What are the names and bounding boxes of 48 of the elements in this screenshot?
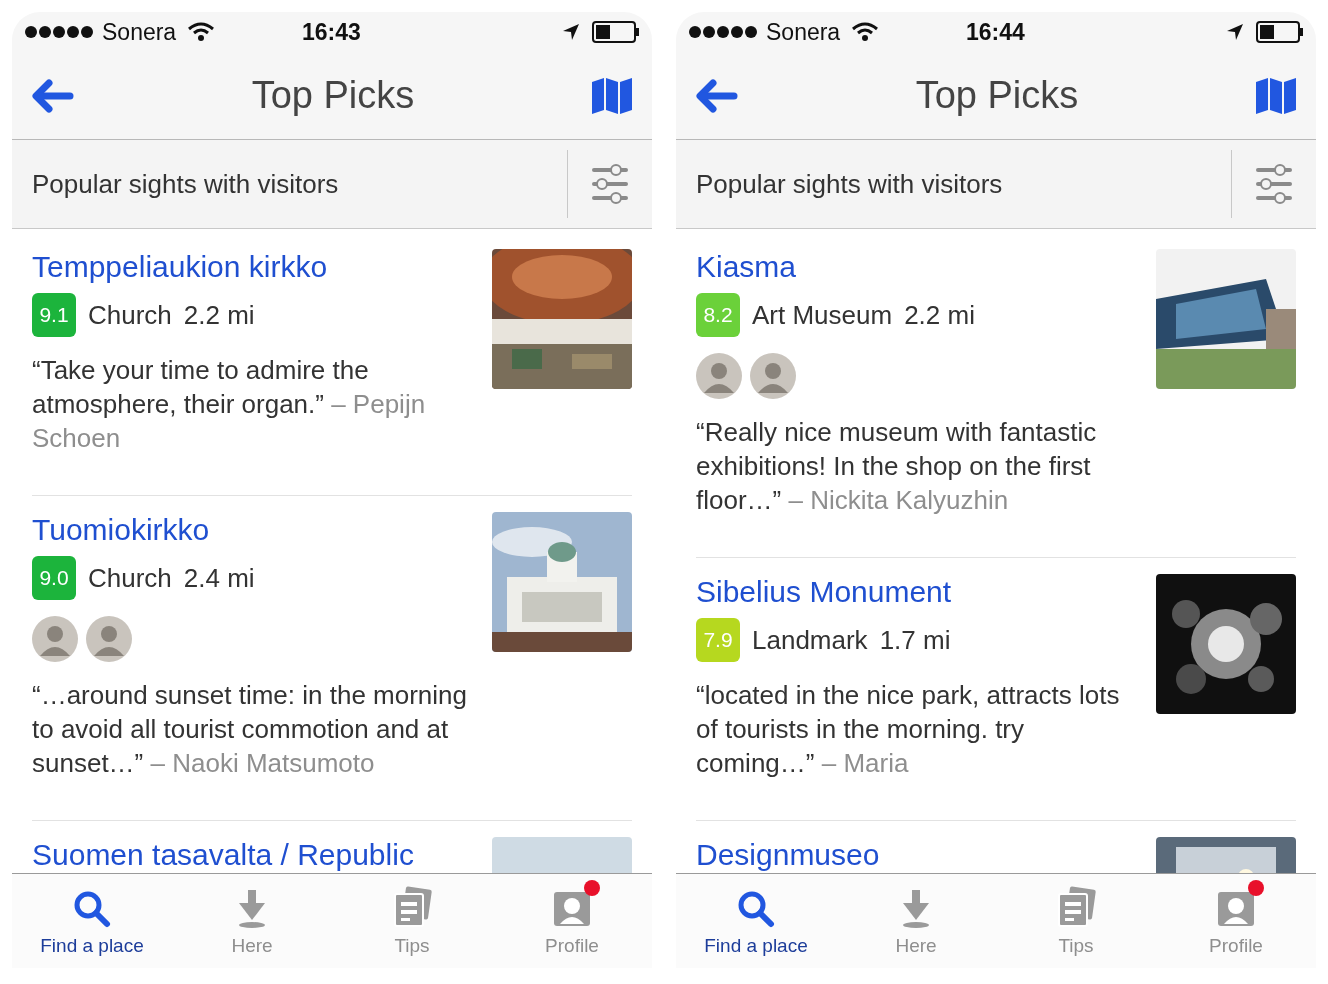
user-avatar bbox=[750, 353, 796, 399]
user-avatar bbox=[696, 353, 742, 399]
battery-icon bbox=[592, 21, 640, 43]
distance-label: 2.4 mi bbox=[183, 561, 255, 595]
category-label: Church bbox=[88, 561, 172, 595]
place-name[interactable]: Tuomiokirkko bbox=[32, 512, 476, 548]
search-icon bbox=[73, 889, 111, 928]
page-title: Top Picks bbox=[250, 73, 416, 118]
location-arrow-icon bbox=[1226, 23, 1244, 41]
category-label: Church bbox=[88, 298, 172, 332]
signal-icon bbox=[688, 25, 758, 39]
place-name[interactable]: Temppeliaukion kirkko bbox=[32, 249, 476, 285]
rating-badge: 7.9 bbox=[696, 618, 740, 662]
place-name[interactable]: Kiasma bbox=[696, 249, 1140, 285]
signal-icon bbox=[24, 25, 94, 39]
category-label: Art Museum bbox=[752, 298, 893, 332]
location-arrow-icon bbox=[562, 23, 580, 41]
search-icon bbox=[737, 889, 775, 928]
battery-icon bbox=[1256, 21, 1304, 43]
distance-label: 2.2 mi bbox=[183, 298, 255, 332]
wifi-icon bbox=[852, 22, 879, 42]
sliders-icon[interactable] bbox=[1256, 164, 1292, 204]
map-icon[interactable] bbox=[592, 77, 632, 114]
clock-time: 16:43 bbox=[302, 17, 361, 47]
rating-badge: 8.2 bbox=[696, 293, 740, 337]
category-label: Landmark bbox=[752, 623, 868, 657]
rating-badge: 9.1 bbox=[32, 293, 76, 337]
review-quote: “located in the nice park, attracts lots of tourists in the morning. try coming…” – Maria bbox=[696, 679, 1121, 780]
place-name[interactable]: Designmuseo bbox=[696, 837, 1140, 873]
user-avatar bbox=[32, 616, 78, 662]
distance-label: 2.2 mi bbox=[904, 298, 975, 332]
user-avatar bbox=[86, 616, 132, 662]
carrier-name: Sonera bbox=[766, 17, 841, 47]
clock-time: 16:44 bbox=[966, 17, 1025, 47]
tab-button[interactable]: Find a place bbox=[676, 874, 836, 968]
wifi-icon bbox=[188, 22, 215, 42]
map-icon[interactable] bbox=[1256, 77, 1296, 114]
place-name[interactable]: Sibelius Monument bbox=[696, 574, 1140, 610]
review-quote: “…around sunset time: in the morning to avoid all tourist commotion and at sunset…” – Naoki Matsumoto bbox=[32, 679, 468, 780]
review-quote: “Take your time to admire the atmosphere, their organ.” – Pepijn Schoen bbox=[32, 354, 427, 455]
rating-badge: 9.0 bbox=[32, 556, 76, 600]
review-quote: “Really nice museum with fantastic exhibitions! In the shop on the first floor…” – Nickita Kalyuzhin bbox=[696, 416, 1098, 517]
page-title: Top Picks bbox=[914, 73, 1080, 118]
sliders-icon[interactable] bbox=[592, 164, 628, 204]
tab-button[interactable]: Find a place bbox=[12, 874, 172, 968]
distance-label: 1.7 mi bbox=[879, 623, 951, 657]
place-name[interactable]: Suomen tasavalta / Republic bbox=[32, 837, 476, 873]
carrier-name: Sonera bbox=[102, 17, 177, 47]
